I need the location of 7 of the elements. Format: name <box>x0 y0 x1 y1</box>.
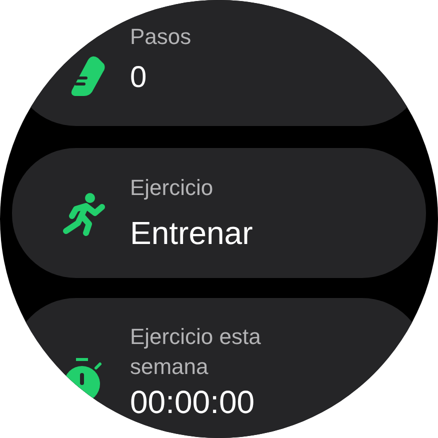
tile-card[interactable]: Ejercicio Entrenar <box>12 148 426 278</box>
tile-label: Pasos <box>130 23 192 51</box>
tile-label: Ejercicio <box>130 174 214 202</box>
tile-value: 0 <box>130 60 148 96</box>
tile-value: Entrenar <box>130 214 253 253</box>
tile-label: Ejercicio esta semana <box>130 323 262 381</box>
tile-value: 00:00:00 <box>130 383 256 422</box>
